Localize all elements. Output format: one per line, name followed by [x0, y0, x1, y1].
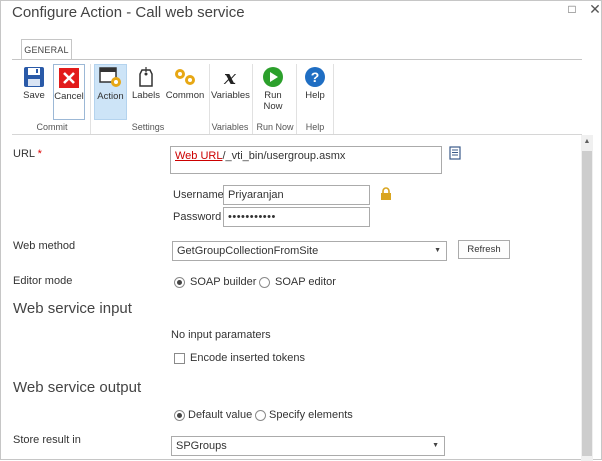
- svg-text:?: ?: [311, 69, 320, 85]
- web-service-input-heading: Web service input: [13, 300, 132, 317]
- run-now-label-line1: Run: [264, 90, 282, 101]
- run-now-button[interactable]: Run Now: [258, 64, 288, 120]
- soap-editor-label[interactable]: SOAP editor: [275, 276, 336, 288]
- soap-editor-radio[interactable]: [259, 277, 270, 288]
- close-button[interactable]: ✕: [585, 1, 602, 17]
- scroll-up-arrow-icon[interactable]: ▲: [581, 135, 593, 149]
- web-method-value: GetGroupCollectionFromSite: [177, 245, 319, 257]
- group-help: Help: [305, 122, 325, 132]
- editor-mode-label: Editor mode: [13, 275, 73, 287]
- soap-builder-label[interactable]: SOAP builder: [190, 276, 256, 288]
- help-icon: ?: [305, 67, 325, 87]
- restore-button[interactable]: □: [562, 1, 582, 17]
- save-button[interactable]: Save: [20, 64, 48, 120]
- help-button[interactable]: ? Help: [301, 64, 329, 120]
- soap-builder-radio[interactable]: [174, 277, 185, 288]
- group-run-now: Run Now: [256, 122, 294, 132]
- help-label: Help: [305, 90, 325, 101]
- ribbon-separator: [333, 64, 334, 134]
- configure-action-dialog: Configure Action - Call web service □ ✕ …: [0, 0, 602, 461]
- run-now-icon: [263, 67, 283, 87]
- chevron-down-icon: ▼: [432, 442, 439, 449]
- web-service-output-heading: Web service output: [13, 379, 142, 396]
- default-value-radio[interactable]: [174, 410, 185, 421]
- url-label-text: URL: [13, 148, 35, 160]
- labels-label: Labels: [132, 90, 160, 101]
- variables-label: Variables: [211, 90, 250, 101]
- common-icon: [175, 69, 195, 85]
- variables-button[interactable]: x Variables: [211, 64, 250, 120]
- save-label: Save: [23, 90, 45, 101]
- tab-general[interactable]: GENERAL: [21, 39, 72, 60]
- dialog-title: Configure Action - Call web service: [12, 4, 245, 21]
- action-button[interactable]: Action: [94, 64, 127, 120]
- group-variables: Variables: [211, 122, 249, 132]
- ribbon-toolbar: Save Cancel Action Labels Common x Varia…: [12, 59, 582, 135]
- password-label: Password: [173, 211, 222, 223]
- url-input[interactable]: Web URL/_vti_bin/usergroup.asmx: [170, 146, 442, 174]
- encode-tokens-checkbox[interactable]: [174, 353, 185, 364]
- no-input-note: No input paramaters: [171, 329, 271, 341]
- specify-elements-radio[interactable]: [255, 410, 266, 421]
- common-button[interactable]: Common: [165, 64, 205, 120]
- scrollbar-thumb[interactable]: [582, 151, 592, 456]
- url-token[interactable]: Web URL: [175, 150, 222, 162]
- store-result-value: SPGroups: [176, 440, 227, 452]
- default-value-label[interactable]: Default value: [188, 409, 252, 421]
- ribbon-separator: [90, 64, 91, 134]
- variables-icon: x: [223, 66, 237, 88]
- action-icon: [98, 67, 121, 87]
- url-label: URL *: [13, 148, 42, 160]
- refresh-button[interactable]: Refresh: [458, 240, 510, 259]
- encode-tokens-label[interactable]: Encode inserted tokens: [190, 352, 305, 364]
- lock-icon: [381, 187, 391, 200]
- required-mark: *: [37, 148, 42, 160]
- specify-elements-label[interactable]: Specify elements: [269, 409, 353, 421]
- cancel-icon: [59, 68, 79, 88]
- action-label: Action: [97, 91, 124, 102]
- group-commit: Commit: [36, 122, 68, 132]
- labels-button[interactable]: Labels: [131, 64, 161, 120]
- common-label: Common: [165, 90, 205, 101]
- save-icon: [24, 67, 44, 87]
- group-settings: Settings: [131, 122, 165, 132]
- svg-text:x: x: [223, 66, 237, 88]
- store-result-select[interactable]: SPGroups ▼: [171, 436, 445, 456]
- store-result-label: Store result in: [13, 434, 81, 446]
- chevron-down-icon: ▼: [434, 247, 441, 254]
- web-method-select[interactable]: GetGroupCollectionFromSite ▼: [172, 241, 447, 261]
- password-input[interactable]: •••••••••••: [223, 207, 370, 227]
- username-input[interactable]: Priyaranjan: [223, 185, 370, 205]
- insert-reference-icon[interactable]: [449, 146, 461, 160]
- cancel-button[interactable]: Cancel: [53, 64, 85, 120]
- labels-icon: [139, 67, 153, 87]
- run-now-label-line2: Now: [263, 101, 283, 112]
- cancel-label: Cancel: [54, 91, 84, 102]
- username-label: Username: [173, 189, 224, 201]
- web-method-label: Web method: [13, 240, 76, 252]
- url-suffix: /_vti_bin/usergroup.asmx: [222, 150, 346, 162]
